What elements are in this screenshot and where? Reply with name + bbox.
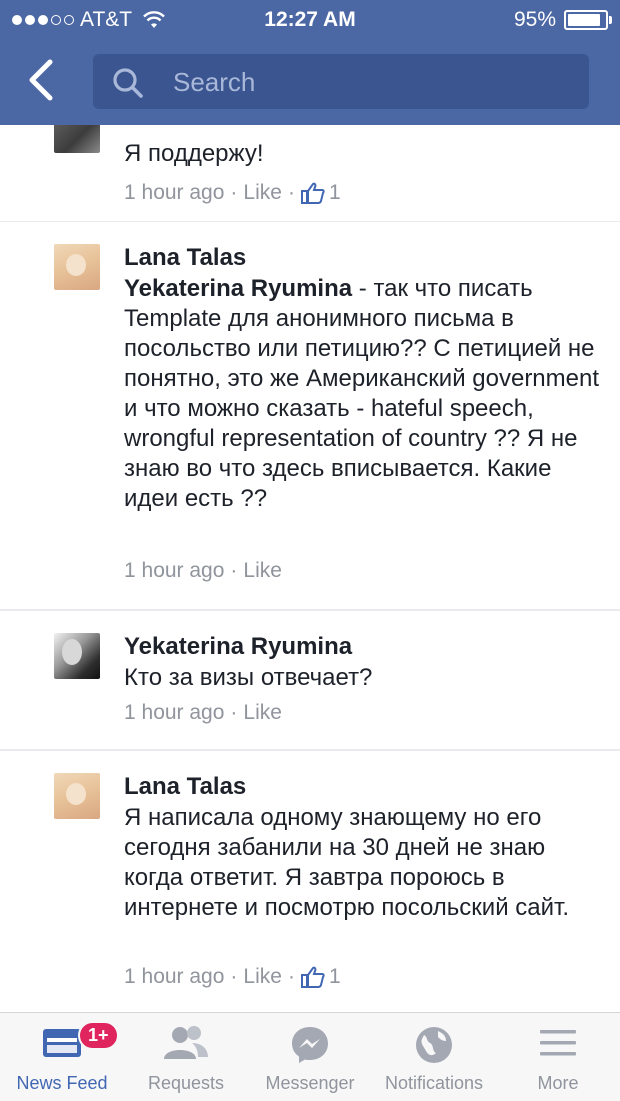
search-icon bbox=[113, 68, 143, 98]
avatar[interactable] bbox=[54, 244, 100, 290]
messenger-icon bbox=[292, 1027, 328, 1063]
comment-author[interactable]: Yekaterina Ryumina bbox=[124, 633, 352, 661]
chevron-left-icon bbox=[29, 59, 53, 101]
status-bar: AT&T 12:27 AM 95% bbox=[0, 0, 620, 40]
menu-icon bbox=[540, 1030, 576, 1056]
like-count[interactable]: 1 bbox=[300, 181, 341, 205]
friends-icon bbox=[164, 1026, 208, 1059]
tab-label: Notifications bbox=[384, 1073, 484, 1093]
comment-meta: 1 hour ago · Like bbox=[124, 701, 282, 725]
battery-percent: 95% bbox=[513, 8, 556, 31]
comment-feed[interactable]: Я поддержу! 1 hour ago · Like · 1 Lana T… bbox=[0, 125, 620, 1012]
like-count[interactable]: 1 bbox=[300, 965, 341, 989]
comment-meta: 1 hour ago · Like bbox=[124, 559, 282, 583]
tab-requests[interactable]: Requests bbox=[124, 1013, 248, 1101]
back-button[interactable] bbox=[24, 58, 64, 106]
news-feed-icon bbox=[43, 1029, 81, 1057]
comment-item: Lana Talas Я написала одному знающему но… bbox=[0, 751, 620, 1012]
comment-text: Я поддержу! bbox=[124, 140, 264, 167]
comment-time[interactable]: 1 hour ago bbox=[124, 701, 224, 725]
tab-notifications[interactable]: Notifications bbox=[372, 1013, 496, 1101]
like-count-value: 1 bbox=[328, 181, 341, 204]
tab-news-feed[interactable]: 1+ News Feed bbox=[0, 1013, 124, 1101]
comment-author[interactable]: Lana Talas bbox=[124, 244, 246, 272]
comment-text: Кто за визы отвечает? bbox=[124, 664, 373, 691]
avatar[interactable] bbox=[54, 633, 100, 679]
comment-item: Yekaterina Ryumina Кто за визы отвечает?… bbox=[0, 611, 620, 749]
tab-more[interactable]: More bbox=[496, 1013, 620, 1101]
comment-text: Я написала одному знающему но его сегодн… bbox=[124, 804, 570, 921]
like-button[interactable]: Like bbox=[243, 559, 282, 583]
globe-icon bbox=[416, 1027, 452, 1063]
battery-icon bbox=[564, 10, 612, 30]
tab-label: More bbox=[537, 1073, 579, 1093]
comment-meta: 1 hour ago · Like · 1 bbox=[124, 181, 341, 205]
bottom-tab-bar: 1+ News Feed Requests Messenger Notifica… bbox=[0, 1012, 620, 1101]
like-button[interactable]: Like bbox=[243, 181, 282, 205]
comment-time[interactable]: 1 hour ago bbox=[124, 181, 224, 205]
comment-text-body: - так что писать Template для анонимного… bbox=[124, 275, 600, 512]
like-count-value: 1 bbox=[328, 965, 341, 988]
tab-label: News Feed bbox=[16, 1073, 108, 1093]
thumbs-up-icon bbox=[300, 966, 325, 988]
tab-label: Requests bbox=[147, 1073, 225, 1093]
comment-author[interactable]: Lana Talas bbox=[124, 773, 246, 801]
comment-meta: 1 hour ago · Like · 1 bbox=[124, 965, 341, 989]
avatar[interactable] bbox=[54, 125, 100, 153]
comment-time[interactable]: 1 hour ago bbox=[124, 965, 224, 989]
tab-label: Messenger bbox=[265, 1073, 355, 1093]
like-button[interactable]: Like bbox=[243, 965, 282, 989]
mention-link[interactable]: Yekaterina Ryumina bbox=[124, 275, 352, 302]
comment-time[interactable]: 1 hour ago bbox=[124, 559, 224, 583]
like-button[interactable]: Like bbox=[243, 701, 282, 725]
notification-badge: 1+ bbox=[78, 1021, 119, 1050]
avatar[interactable] bbox=[54, 773, 100, 819]
top-bar: AT&T 12:27 AM 95% bbox=[0, 0, 620, 125]
comment-text: Yekaterina Ryumina - так что писать Temp… bbox=[124, 274, 604, 514]
search-box[interactable] bbox=[93, 54, 589, 109]
search-input[interactable] bbox=[171, 64, 575, 100]
status-right: 95% bbox=[513, 8, 612, 32]
thumbs-up-icon bbox=[300, 182, 325, 204]
comment-item: Lana Talas Yekaterina Ryumina - так что … bbox=[0, 222, 620, 609]
tab-messenger[interactable]: Messenger bbox=[248, 1013, 372, 1101]
comment-item: Я поддержу! 1 hour ago · Like · 1 bbox=[0, 125, 620, 221]
